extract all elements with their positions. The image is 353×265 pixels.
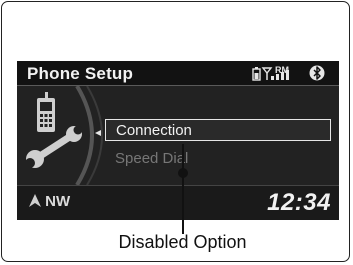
bluetooth-icon	[309, 65, 325, 81]
roaming-indicator: RM	[275, 65, 289, 75]
compass-direction: NW	[45, 193, 71, 210]
compass: NW	[29, 193, 70, 210]
battery-icon	[252, 67, 261, 81]
callout-line	[182, 144, 184, 234]
screen-footer: NW 12:34	[17, 185, 339, 220]
status-icons: RM	[251, 64, 333, 82]
callout-label: Disabled Option	[118, 232, 247, 252]
clock: 12:34	[267, 189, 331, 216]
screen-header: Phone Setup RM	[17, 61, 339, 86]
menu-item-connection[interactable]: Connection	[105, 119, 331, 141]
phone-icon	[37, 92, 55, 132]
page-title: Phone Setup	[27, 64, 134, 83]
wrench-icon	[25, 125, 83, 168]
callout-dot	[178, 168, 188, 178]
menu-item-speed-dial: Speed Dial	[115, 150, 189, 167]
phone-setup-screen: Phone Setup RM Connection Speed Dial NW …	[17, 61, 339, 220]
compass-arrow-icon	[29, 194, 41, 207]
